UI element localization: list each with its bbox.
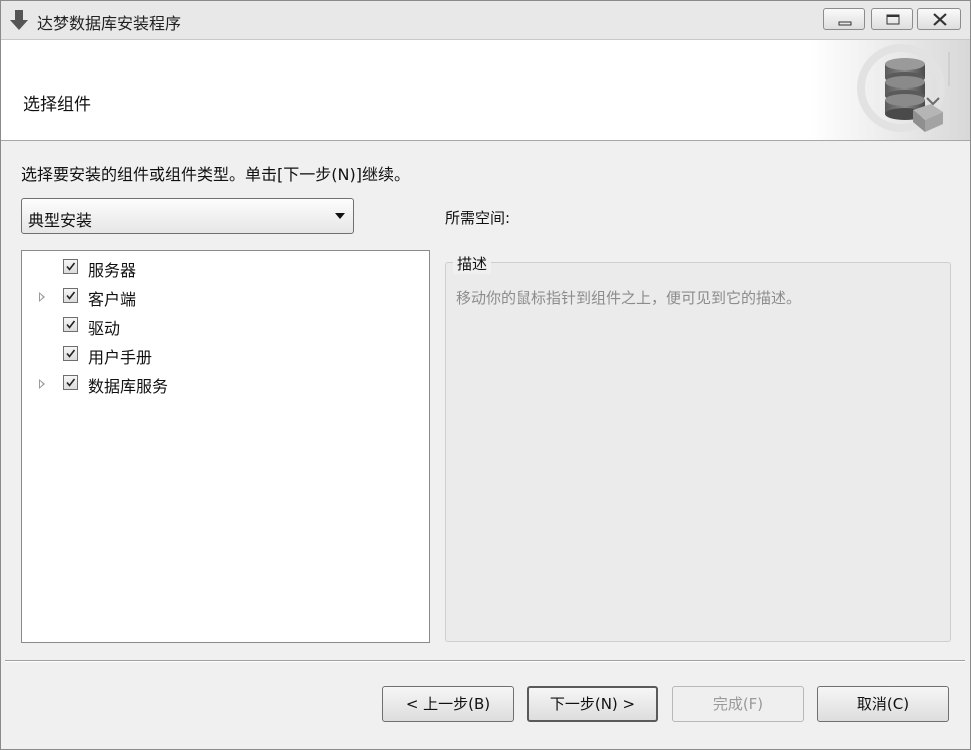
window-title: 达梦数据库安装程序 xyxy=(37,14,182,33)
component-item-server[interactable]: 服务器 xyxy=(22,255,429,281)
component-item-manual[interactable]: 用户手册 xyxy=(22,342,429,368)
component-item-client[interactable]: 客户端 xyxy=(22,284,429,310)
close-icon xyxy=(933,13,947,26)
checkmark-icon xyxy=(66,262,76,271)
description-panel xyxy=(445,262,951,642)
chevron-down-icon xyxy=(335,213,345,219)
page-title: 选择组件 xyxy=(23,95,91,115)
component-label: 客户端 xyxy=(88,290,137,309)
required-space-label: 所需空间: xyxy=(445,209,511,227)
instruction-text: 选择要安装的组件或组件类型。单击[下一步(N)]继续。 xyxy=(21,165,410,184)
database-icon xyxy=(809,40,970,140)
component-item-driver[interactable]: 驱动 xyxy=(22,313,429,339)
minimize-button[interactable] xyxy=(823,8,865,30)
checkmark-icon xyxy=(66,320,76,329)
installer-window: 达梦数据库安装程序 选择组件 选择要安装的组件或组件类型。单击[下一步(N)]继… xyxy=(0,0,971,750)
next-button[interactable]: 下一步(N) > xyxy=(527,686,658,722)
maximize-button[interactable] xyxy=(871,8,913,30)
component-label: 服务器 xyxy=(88,261,137,280)
download-arrow-icon xyxy=(9,9,29,31)
description-title: 描述 xyxy=(453,253,492,274)
footer-divider xyxy=(5,660,965,662)
client-checkbox[interactable] xyxy=(63,288,78,303)
component-item-db-service[interactable]: 数据库服务 xyxy=(22,371,429,397)
cancel-button[interactable]: 取消(C) xyxy=(817,686,949,722)
component-label: 数据库服务 xyxy=(88,377,169,396)
server-checkbox[interactable] xyxy=(63,259,78,274)
page-header: 选择组件 xyxy=(1,40,970,141)
expand-arrow-icon[interactable] xyxy=(39,379,45,389)
description-text: 移动你的鼠标指针到组件之上，便可见到它的描述。 xyxy=(456,289,802,307)
driver-checkbox[interactable] xyxy=(63,317,78,332)
checkmark-icon xyxy=(66,291,76,300)
checkmark-icon xyxy=(66,378,76,387)
db-service-checkbox[interactable] xyxy=(63,375,78,390)
expand-arrow-icon[interactable] xyxy=(39,292,45,302)
component-tree[interactable]: 服务器 客户端 驱动 用户手册 数据库服务 xyxy=(21,250,430,643)
checkmark-icon xyxy=(66,349,76,358)
manual-checkbox[interactable] xyxy=(63,346,78,361)
back-button[interactable]: < 上一步(B) xyxy=(382,686,514,722)
component-label: 驱动 xyxy=(88,319,121,338)
close-button[interactable] xyxy=(917,8,961,30)
install-type-value: 典型安装 xyxy=(28,211,93,230)
maximize-icon xyxy=(886,14,900,25)
component-label: 用户手册 xyxy=(88,348,153,367)
install-type-select[interactable]: 典型安装 xyxy=(21,198,354,234)
title-bar[interactable]: 达梦数据库安装程序 xyxy=(1,1,970,40)
minimize-icon xyxy=(838,21,852,26)
finish-button[interactable]: 完成(F) xyxy=(672,686,804,722)
